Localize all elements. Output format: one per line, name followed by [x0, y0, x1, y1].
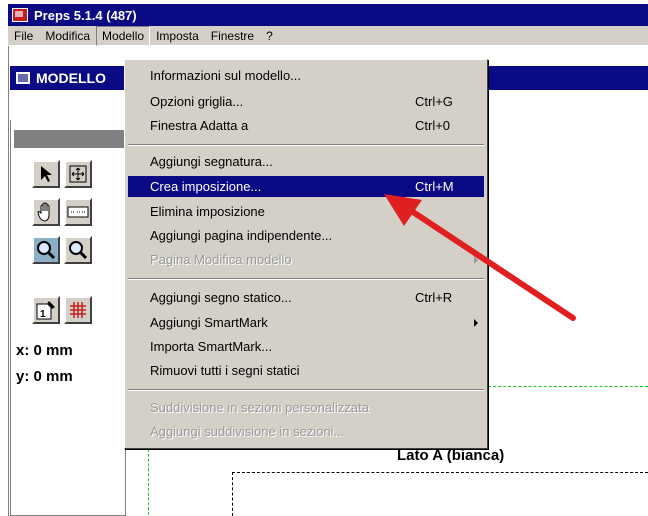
menu-modifica[interactable]: Modifica [39, 27, 96, 45]
menu-item-edit-template-page: Pagina Modifica modello [128, 249, 484, 270]
preps-app-icon [12, 8, 28, 22]
zoom-out-tool-icon[interactable] [64, 236, 92, 264]
sheet-side-label: Lato A (bianca) [397, 447, 505, 464]
menu-item-grid-options[interactable]: Opzioni griglia... Ctrl+G [128, 91, 484, 112]
menu-item-add-static-mark[interactable]: Aggiungi segno statico... Ctrl+R [128, 287, 484, 308]
shortcut-label: Ctrl+G [415, 94, 453, 109]
menu-modello[interactable]: Modello [96, 25, 151, 46]
sheet-border-top [232, 472, 648, 473]
app-title: Preps 5.1.4 (487) [34, 7, 137, 23]
menu-item-import-smartmark[interactable]: Importa SmartMark... [128, 336, 484, 357]
page-number-tool-icon[interactable]: 1 [32, 296, 60, 324]
menu-imposta[interactable]: Imposta [150, 27, 205, 45]
shortcut-label: Ctrl+0 [415, 118, 451, 133]
menu-item-add-smartmark[interactable]: Aggiungi SmartMark [128, 312, 484, 333]
svg-text:1: 1 [40, 309, 46, 320]
menu-separator [128, 144, 484, 146]
app-title-bar[interactable]: Preps 5.1.4 (487) [8, 4, 648, 26]
document-icon [16, 72, 30, 84]
menu-item-create-imposition[interactable]: Crea imposizione... Ctrl+M [128, 176, 484, 197]
hand-tool-icon[interactable] [32, 198, 60, 226]
menu-item-fit-window[interactable]: Finestra Adatta a Ctrl+0 [128, 115, 484, 136]
submenu-arrow-icon [474, 319, 478, 327]
shortcut-label: Ctrl+R [415, 290, 453, 305]
grid-tool-icon[interactable] [64, 296, 92, 324]
menu-bar: File Modifica Modello Imposta Finestre ? [8, 25, 648, 46]
move-tool-icon[interactable] [64, 160, 92, 188]
document-title: MODELLO [36, 70, 106, 86]
x-coordinate-readout: x: 0 mm [16, 342, 73, 359]
menu-item-add-independent-page[interactable]: Aggiungi pagina indipendente... [128, 225, 484, 246]
text-frame-tool-icon[interactable] [64, 198, 92, 226]
menu-separator [128, 278, 484, 280]
menu-item-add-sectioning: Aggiungi suddivisione in sezioni... [150, 424, 345, 439]
shortcut-label: Ctrl+M [415, 179, 454, 194]
sheet-border-left [232, 472, 233, 516]
menu-item-model-info[interactable]: Informazioni sul modello... [128, 65, 484, 86]
y-coordinate-readout: y: 0 mm [16, 368, 73, 385]
menu-file[interactable]: File [8, 27, 39, 45]
menu-item-delete-imposition[interactable]: Elimina imposizione [128, 201, 484, 222]
pointer-tool-icon[interactable] [32, 160, 60, 188]
zoom-in-tool-icon[interactable] [32, 236, 60, 264]
menu-item-custom-sectioning: Suddivisione in sezioni personalizzata [150, 400, 369, 415]
guide-line-left [148, 449, 149, 515]
menu-item-remove-static-marks[interactable]: Rimuovi tutti i segni statici [128, 360, 484, 381]
tool-palette-header[interactable] [14, 130, 124, 148]
submenu-arrow-icon [474, 256, 478, 264]
guide-line-top [488, 386, 648, 387]
modello-dropdown-menu: Informazioni sul modello... Opzioni grig… [124, 59, 488, 449]
menu-finestre[interactable]: Finestre [205, 27, 260, 45]
menu-separator [128, 389, 484, 391]
menu-help[interactable]: ? [260, 27, 279, 45]
menu-item-add-signature[interactable]: Aggiungi segnatura... [128, 151, 484, 172]
